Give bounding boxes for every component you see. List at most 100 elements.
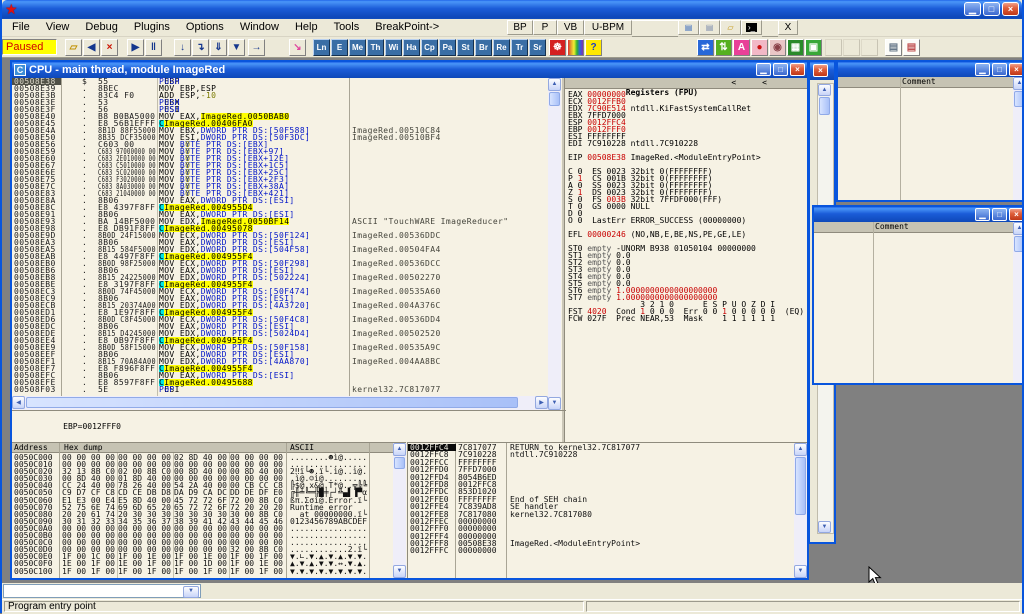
disasm-row[interactable]: 00508EB8.8B15 24225000MOV EDX,DWORD PTR … <box>12 274 548 281</box>
scrollbar-thumb[interactable] <box>795 457 806 515</box>
toolbar-view-button-cp[interactable]: Cp <box>421 39 438 56</box>
close-icon[interactable]: × <box>1009 63 1022 76</box>
disassembly-vscrollbar[interactable]: ▲ ▼ <box>548 78 561 410</box>
menu-item-view[interactable]: View <box>38 20 78 35</box>
scroll-down-icon[interactable]: ▼ <box>393 565 406 578</box>
disasm-row[interactable]: 00508EA5.8B15 584F5000MOV EDX,DWORD PTR … <box>12 246 548 253</box>
scroll-left-icon[interactable]: ◀ <box>12 396 25 409</box>
notes-icon[interactable]: ▤ <box>903 39 920 56</box>
comment-window-1-titlebar[interactable]: ▁ □ × <box>838 62 1022 77</box>
disasm-row[interactable]: 00508E50.8B35 DCF35000MOV ESI,DWORD PTR … <box>12 134 548 141</box>
background-window-close-button[interactable]: × <box>813 64 828 77</box>
disasm-row[interactable]: 00508E3E.53PUSH EBX <box>12 99 548 106</box>
scrollbar-thumb[interactable] <box>26 397 518 408</box>
document2-icon[interactable]: ▤ <box>699 20 720 35</box>
toolbar-view-button-br[interactable]: Br <box>475 39 492 56</box>
stack-pane[interactable]: 0012FFC47C817077RETURN to kernel32.7C817… <box>407 442 807 578</box>
info-pane[interactable]: EBP=0012FFF0 <box>12 410 566 445</box>
scroll-up-icon[interactable]: ▲ <box>1013 222 1022 235</box>
scrollbar-thumb[interactable] <box>819 97 830 115</box>
command-combobox[interactable]: ▼ <box>3 584 201 598</box>
menu-button-vb[interactable]: VB <box>557 20 584 35</box>
comment-window-2-titlebar[interactable]: ▁ □ × <box>814 207 1022 222</box>
open-folder-icon[interactable]: ▱ <box>720 20 741 35</box>
toolbar-view-button-e[interactable]: E <box>331 39 348 56</box>
disasm-row[interactable]: 00508EF1.8B15 70A84A00MOV EDX,DWORD PTR … <box>12 358 548 365</box>
disasm-row[interactable]: 00508E93.BA 14BF5000MOV EDX,ImageRed.005… <box>12 218 548 225</box>
column-divider[interactable] <box>900 77 901 200</box>
document-icon[interactable]: ▤ <box>678 20 699 35</box>
dump-pane[interactable]: Address Hex dump ASCII 0050C00000 00 00 … <box>12 442 406 578</box>
menu-item-options[interactable]: Options <box>178 20 232 35</box>
scroll-up-icon[interactable]: ▲ <box>794 443 807 456</box>
register-line[interactable]: EFL 00000246 (NO,NB,E,BE,NS,PE,GE,LE) <box>565 231 807 238</box>
minimize-button[interactable]: ▁ <box>975 208 990 221</box>
scroll-down-icon[interactable]: ▼ <box>818 521 831 533</box>
console-icon[interactable]: ›_ <box>741 20 762 35</box>
log-panel-icon[interactable]: ▤ <box>885 39 902 56</box>
stack-row[interactable]: 0012FFFC00000000 <box>408 547 793 554</box>
comment-window-1-scrollbar[interactable]: ▲ <box>1013 77 1022 200</box>
menu-item-window[interactable]: Window <box>232 20 287 35</box>
minimize-button[interactable]: ▁ <box>756 63 771 76</box>
column-header[interactable]: Comment <box>838 77 1022 88</box>
minimize-button[interactable]: ▁ <box>964 2 981 16</box>
minimize-button[interactable]: ▁ <box>975 63 990 76</box>
step-into-icon[interactable]: ↓ <box>174 39 191 56</box>
menu-item-file[interactable]: File <box>4 20 38 35</box>
menu-item-debug[interactable]: Debug <box>77 20 125 35</box>
window-view-icon[interactable]: ▣ <box>805 39 822 56</box>
binary-view-icon[interactable]: ▦ <box>787 39 804 56</box>
trace-into-icon[interactable]: ⇓ <box>210 39 227 56</box>
open-file-icon[interactable]: ▱ <box>65 39 82 56</box>
maximize-button[interactable]: □ <box>992 63 1007 76</box>
dump-vscrollbar[interactable]: ▲ ▼ <box>393 443 406 578</box>
disasm-row[interactable]: 00508E8A.8B06MOV EAX,DWORD PTR DS:[ESI] <box>12 197 548 204</box>
dump-row[interactable]: 0050C1001F 00 1F 001F 00 1F 001F 00 1F 0… <box>12 568 393 575</box>
go-to-address-icon[interactable]: ↘ <box>289 39 306 56</box>
menu-item-plugins[interactable]: Plugins <box>126 20 178 35</box>
toolbar-view-button-tr[interactable]: Tr <box>511 39 528 56</box>
swap-panes-icon[interactable]: ⇄ <box>697 39 714 56</box>
toolbar-view-button-ln[interactable]: Ln <box>313 39 330 56</box>
sync-views-icon[interactable]: ⇅ <box>715 39 732 56</box>
toolbar-view-button-th[interactable]: Th <box>367 39 384 56</box>
scrollbar-thumb[interactable] <box>1014 236 1022 252</box>
disasm-row[interactable]: 00508E40.B8 B0BA5000MOV EAX,ImageRed.005… <box>12 113 548 120</box>
register-line[interactable]: FCW 027F Prec NEAR,53 Mask 1 1 1 1 1 1 <box>565 315 807 322</box>
disassembly-hscrollbar[interactable]: ◀ ▶ <box>12 396 548 410</box>
restore-button[interactable]: □ <box>983 2 1000 16</box>
menu-button-bp[interactable]: BP <box>507 20 533 35</box>
disasm-row[interactable]: 00508E38$55PUSH EBP <box>12 78 548 85</box>
registers-header[interactable]: Registers (FPU) << <box>565 78 807 89</box>
close-icon[interactable]: × <box>1009 208 1022 221</box>
toolbar-view-button-pa[interactable]: Pa <box>439 39 456 56</box>
close-button[interactable]: × <box>1002 2 1019 16</box>
scrollbar-thumb[interactable] <box>394 457 405 469</box>
pause-icon[interactable]: ‖ <box>145 39 162 56</box>
column-header[interactable]: Comment <box>814 222 1022 233</box>
scroll-right-icon[interactable]: ▶ <box>535 396 548 409</box>
close-icon[interactable]: × <box>790 63 805 76</box>
toolbar-view-button-me[interactable]: Me <box>349 39 366 56</box>
assembler-icon[interactable]: A <box>733 39 750 56</box>
maximize-button[interactable]: □ <box>992 208 1007 221</box>
menu-item-breakpoint[interactable]: BreakPoint-> <box>367 20 447 35</box>
restore-button[interactable]: □ <box>773 63 788 76</box>
disasm-row[interactable]: 00508F03.5EPOP ESIkernel32.7C817077 <box>12 386 548 393</box>
toolbar-view-button-ha[interactable]: Ha <box>403 39 420 56</box>
scroll-down-icon[interactable]: ▼ <box>794 565 807 578</box>
execute-till-return-icon[interactable]: → <box>248 39 265 56</box>
disasm-row[interactable]: 00508E39.8BECMOV EBP,ESP <box>12 85 548 92</box>
disasm-row[interactable]: 00508EFE.E8 8597F8FFCALL ImageRed.004956… <box>12 379 548 386</box>
scrollbar-thumb[interactable] <box>1014 91 1022 107</box>
registers-pane[interactable]: Registers (FPU) << EAX 00000000ECX 0012F… <box>564 78 807 442</box>
toolbar-view-button-re[interactable]: Re <box>493 39 510 56</box>
background-window-titlebar[interactable]: × <box>810 62 834 80</box>
register-line[interactable]: O 0 LastErr ERROR_SUCCESS (00000000) <box>565 217 807 224</box>
disassembly-pane[interactable]: 00508E38$55PUSH EBP00508E39.8BECMOV EBP,… <box>12 78 548 396</box>
toolbar-view-button-sr[interactable]: Sr <box>529 39 546 56</box>
register-line[interactable]: EDI 7C910228 ntdll.7C910228 <box>565 140 807 147</box>
appearance-icon[interactable] <box>567 39 584 56</box>
cpu-window-titlebar[interactable]: C CPU - main thread, module ImageRed ▁ □… <box>12 62 807 78</box>
